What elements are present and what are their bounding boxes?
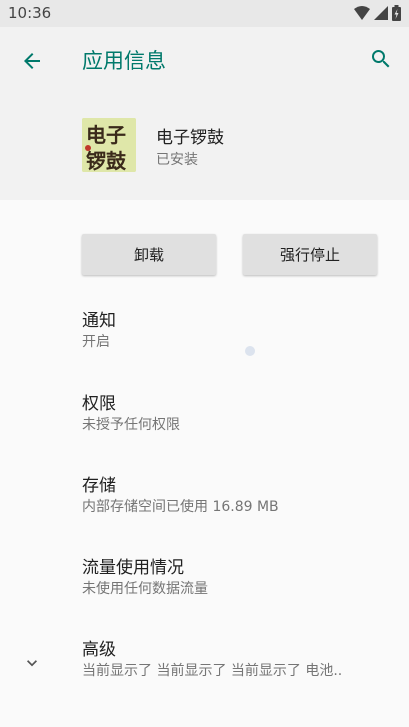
item-summary: 当前显示了 当前显示了 当前显示了 电池..: [82, 663, 343, 679]
app-icon: 电子 锣鼓: [82, 118, 136, 172]
page-title: 应用信息: [82, 49, 166, 73]
search-icon[interactable]: [369, 47, 393, 71]
status-time: 10:36: [8, 4, 52, 22]
force-stop-button[interactable]: 强行停止: [243, 234, 377, 275]
settings-item-notifications[interactable]: 通知 开启: [0, 306, 409, 376]
status-bar: 10:36: [0, 0, 409, 27]
item-summary: 内部存储空间已使用 16.89 MB: [82, 499, 279, 515]
uninstall-button[interactable]: 卸载: [82, 234, 216, 275]
signal-icon: [374, 6, 388, 20]
item-title: 流量使用情况: [82, 558, 184, 578]
item-title: 权限: [82, 394, 116, 414]
battery-icon: [392, 5, 401, 21]
app-header: 应用信息 电子 锣鼓 电子锣鼓 已安装: [0, 27, 409, 200]
item-summary: 未授予任何权限: [82, 417, 180, 433]
status-icons: [354, 5, 401, 21]
settings-item-permissions[interactable]: 权限 未授予任何权限: [0, 389, 409, 459]
app-name: 电子锣鼓: [156, 128, 224, 148]
svg-text:锣鼓: 锣鼓: [86, 149, 127, 172]
item-title: 高级: [82, 640, 116, 660]
svg-text:电子: 电子: [86, 123, 126, 147]
item-summary: 开启: [82, 334, 110, 350]
settings-item-advanced[interactable]: 高级 当前显示了 当前显示了 当前显示了 电池..: [0, 635, 409, 705]
settings-item-storage[interactable]: 存储 内部存储空间已使用 16.89 MB: [0, 471, 409, 541]
item-summary: 未使用任何数据流量: [82, 581, 208, 597]
item-title: 通知: [82, 311, 116, 331]
app-install-status: 已安装: [156, 152, 198, 168]
settings-item-data-usage[interactable]: 流量使用情况 未使用任何数据流量: [0, 553, 409, 623]
app-logo-icon: 电子 锣鼓: [82, 118, 136, 172]
back-arrow-icon[interactable]: [20, 49, 44, 73]
item-title: 存储: [82, 476, 116, 496]
chevron-down-icon: [27, 660, 37, 667]
wifi-icon: [354, 6, 370, 20]
